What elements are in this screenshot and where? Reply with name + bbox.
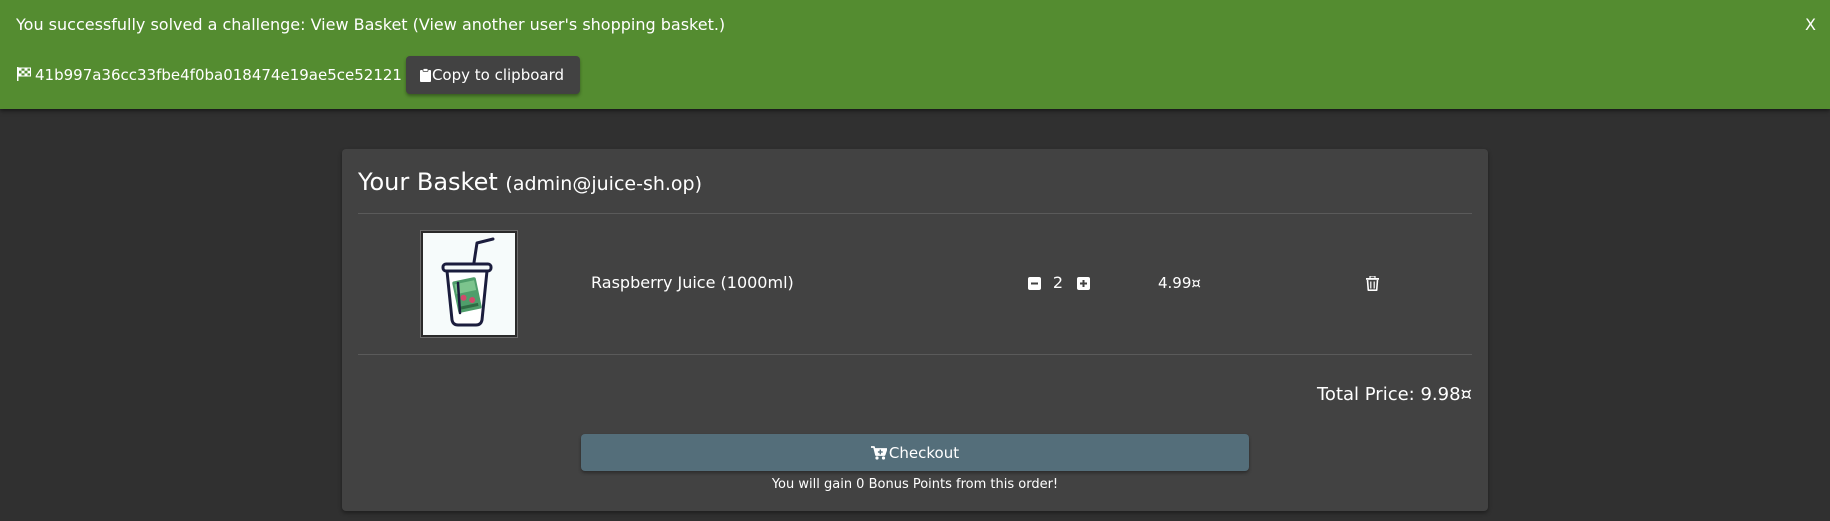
cart-plus-icon xyxy=(870,445,887,460)
row-divider xyxy=(358,354,1472,355)
copy-button-label: Copy to clipboard xyxy=(431,66,565,84)
checkout-label: Checkout xyxy=(888,443,960,462)
clipboard-icon xyxy=(419,68,431,82)
checkered-flag-icon xyxy=(17,67,31,81)
page-title: Your Basket (admin@juice-sh.op) xyxy=(358,167,702,199)
juice-cup-image xyxy=(423,233,515,335)
product-image xyxy=(421,231,517,337)
total-price: Total Price: 9.98¤ xyxy=(1317,384,1472,405)
close-notification-button[interactable]: X xyxy=(1805,15,1816,35)
basket-item-row: Raspberry Juice (1000ml) 2 4.99¤ xyxy=(358,214,1472,354)
notification-message: You successfully solved a challenge: Vie… xyxy=(16,15,726,34)
item-price: 4.99¤ xyxy=(1158,274,1201,292)
flag-row: 41b997a36cc33fbe4f0ba018474e19ae5ce52121… xyxy=(16,56,581,94)
challenge-solved-notification: You successfully solved a challenge: Vie… xyxy=(0,0,1830,109)
copy-to-clipboard-button[interactable]: Copy to clipboard xyxy=(405,56,581,94)
minus-square-icon[interactable] xyxy=(1028,277,1041,290)
challenge-flag-code: 41b997a36cc33fbe4f0ba018474e19ae5ce52121 xyxy=(35,66,402,84)
basket-owner-email: (admin@juice-sh.op) xyxy=(505,173,703,195)
trash-icon[interactable] xyxy=(1366,276,1379,291)
product-name: Raspberry Juice (1000ml) xyxy=(591,273,794,292)
plus-square-icon[interactable] xyxy=(1077,277,1090,290)
basket-title: Your Basket xyxy=(358,168,498,196)
bonus-points-text: You will gain 0 Bonus Points from this o… xyxy=(771,477,1059,492)
quantity-value: 2 xyxy=(1052,273,1064,292)
basket-card: Your Basket (admin@juice-sh.op) Raspberr… xyxy=(342,149,1488,511)
checkout-button[interactable]: Checkout xyxy=(581,434,1249,471)
